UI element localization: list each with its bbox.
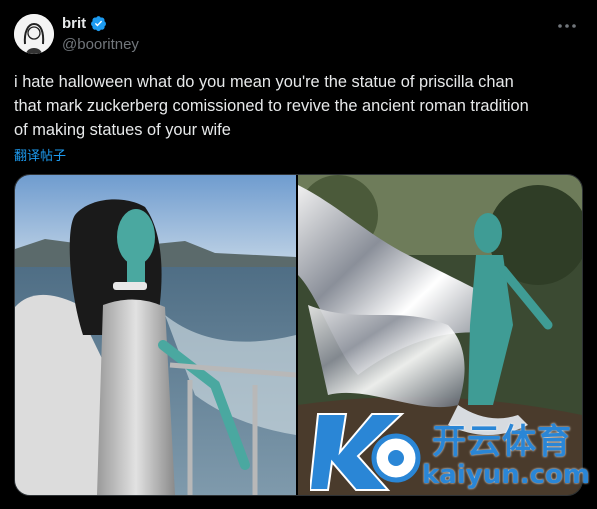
translate-post-link[interactable]: 翻译帖子 <box>14 145 66 164</box>
avatar[interactable] <box>14 14 54 54</box>
author-name-row: brit <box>62 15 107 32</box>
photo-chrome-statue[interactable] <box>298 175 582 495</box>
sketch-portrait-avatar <box>14 14 54 54</box>
photo-woman-on-boat[interactable] <box>15 175 296 495</box>
verified-badge-icon <box>90 15 107 32</box>
more-options-icon[interactable] <box>555 14 579 38</box>
tweet-text: i hate halloween what do you mean you're… <box>14 73 529 139</box>
media-grid <box>14 174 583 496</box>
display-name[interactable]: brit <box>62 15 86 32</box>
author-handle[interactable]: @booritney <box>62 36 139 53</box>
